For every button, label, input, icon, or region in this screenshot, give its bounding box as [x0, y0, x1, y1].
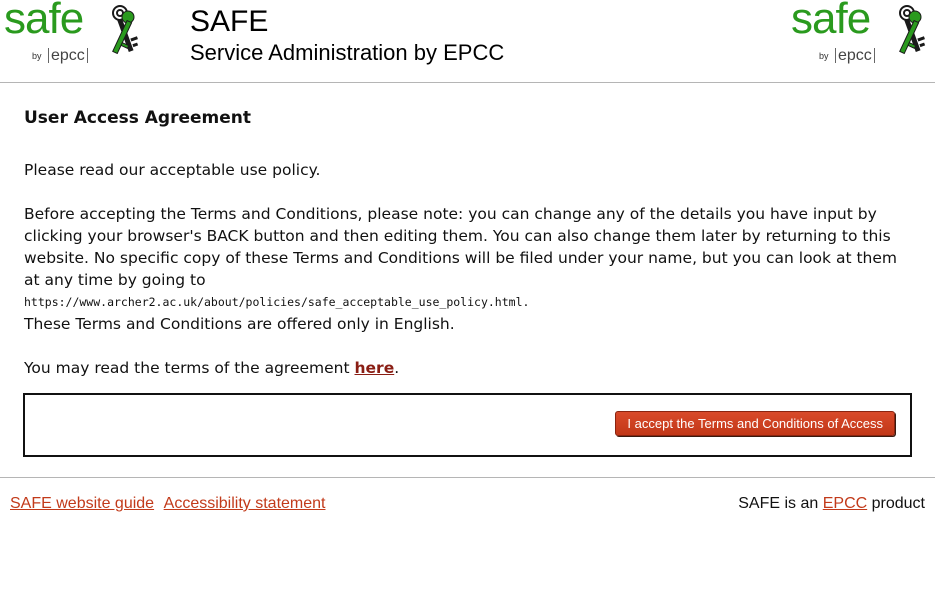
logo-wordmark: safe — [791, 0, 871, 43]
safe-logo[interactable]: safe by epcc — [2, 0, 142, 73]
footer-product-note: SAFE is an EPCC product — [738, 495, 925, 513]
logo-epcc-text: epcc — [835, 48, 875, 64]
keys-icon — [899, 5, 926, 55]
footer-divider — [0, 477, 935, 478]
language-note: These Terms and Conditions are offered o… — [24, 315, 455, 333]
intro-text: Please read our acceptable use policy. — [24, 161, 321, 179]
accept-terms-button[interactable]: I accept the Terms and Conditions of Acc… — [615, 411, 895, 436]
epcc-link[interactable]: EPCC — [823, 495, 867, 512]
logo-epcc-text: epcc — [48, 48, 88, 64]
keys-icon — [112, 5, 139, 55]
site-subtitle: Service Administration by EPCC — [190, 40, 505, 65]
read-terms-prefix: You may read the terms of the agreement — [24, 359, 355, 377]
site-title: SAFE — [190, 5, 269, 38]
logo-by-text: by — [32, 51, 42, 61]
read-terms-text: You may read the terms of the agreement … — [24, 357, 914, 379]
logo-wordmark: safe — [4, 0, 84, 43]
terms-note-text: Before accepting the Terms and Condition… — [24, 203, 914, 335]
terms-note: Before accepting the Terms and Condition… — [24, 205, 897, 289]
logo-by-text: by — [819, 51, 829, 61]
safe-website-guide-link[interactable]: SAFE website guide — [10, 495, 154, 512]
read-terms-suffix: . — [394, 359, 400, 377]
product-suffix: product — [867, 495, 925, 512]
page-header: safe by epcc SAFE Service Administration… — [0, 0, 935, 83]
safe-logo-right[interactable]: safe by epcc — [789, 0, 929, 73]
terms-here-link[interactable]: here — [355, 359, 395, 377]
main-content: User Access Agreement Please read our ac… — [24, 106, 914, 379]
accessibility-statement-link[interactable]: Accessibility statement — [164, 495, 326, 512]
footer-links: SAFE website guide Accessibility stateme… — [10, 495, 331, 513]
site-title-block: SAFE Service Administration by EPCC — [190, 5, 504, 67]
page-heading: User Access Agreement — [24, 108, 251, 128]
policy-url: https://www.archer2.ac.uk/about/policies… — [24, 295, 530, 309]
accept-panel: I accept the Terms and Conditions of Acc… — [23, 393, 912, 457]
product-prefix: SAFE is an — [738, 495, 823, 512]
